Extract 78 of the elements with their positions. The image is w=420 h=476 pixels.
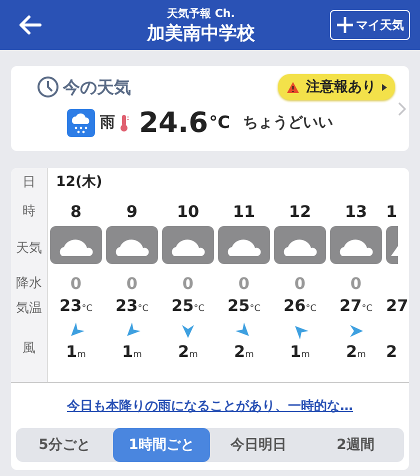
temperature-unit: °C (250, 304, 261, 314)
thermometer-icon (120, 114, 130, 132)
interval-tab[interactable]: 1時間ごと (113, 428, 210, 462)
date-text: 12(木) (56, 173, 102, 191)
temperature-value: 25 (171, 296, 194, 315)
current-temperature: 24.6 (139, 106, 208, 139)
precipitation-value: 0 (126, 274, 138, 292)
temperature-value: 25 (227, 296, 250, 315)
temperature-value: 27 (386, 296, 408, 315)
temperature-unit: °C (82, 304, 93, 314)
location-title: 加美南中学校 (147, 22, 255, 44)
current-weather-heading: 今の天気 (63, 76, 131, 98)
temperature-unit: °C (209, 112, 230, 132)
hour-text: 12 (288, 200, 312, 222)
wind-speed-value: 1 (290, 342, 302, 361)
warning-icon (286, 80, 300, 94)
wind-arrow-icon (180, 323, 196, 339)
back-arrow-icon[interactable] (18, 15, 42, 35)
temperature-unit: °C (138, 304, 149, 314)
temperature-value: 27 (339, 296, 362, 315)
hour-text: 13 (344, 200, 368, 222)
temperature-unit: °C (362, 304, 373, 314)
temperature-value: 23 (59, 296, 82, 315)
wind-arrow-icon (348, 323, 364, 339)
wind-speed-unit: m (77, 350, 86, 360)
wind-speed-value: 2 (234, 342, 246, 361)
rain-cloud-icon (67, 108, 95, 136)
wind-speed-value: 2 (346, 342, 358, 361)
cloud-icon (106, 226, 158, 264)
current-weather-card[interactable]: 今の天気 注意報あり 雨 24.6°C ちょうどいい (11, 66, 409, 151)
cloud-icon (50, 226, 102, 264)
chevron-right-icon (398, 102, 406, 116)
wind-speed-unit: m (357, 350, 366, 360)
advisory-badge[interactable]: 注意報あり (278, 74, 395, 100)
hour-text: 10 (176, 200, 200, 222)
channel-name: 天気予報 Ch. (167, 6, 235, 20)
add-my-weather-button[interactable]: マイ天気 (330, 10, 410, 40)
hour-text: 8 (70, 200, 82, 222)
cloud-icon (330, 226, 382, 264)
clock-icon (37, 76, 59, 98)
cloud-icon (162, 226, 214, 264)
interval-tab[interactable]: 今日明日 (210, 428, 307, 462)
precipitation-value: 0 (70, 274, 82, 292)
row-label: 降水 (16, 275, 42, 293)
precipitation-value: 0 (294, 274, 306, 292)
wind-speed-unit: m (301, 350, 310, 360)
precipitation-value: 0 (350, 274, 362, 292)
wind-speed-unit: m (133, 350, 142, 360)
temperature-unit: °C (194, 304, 205, 314)
row-label: 日 (22, 174, 36, 192)
precipitation-value: 0 (182, 274, 194, 292)
caret-icon (382, 84, 387, 90)
wind-speed-value: 2 (178, 342, 190, 361)
cloud-icon (274, 226, 326, 264)
row-label: 気温 (16, 300, 42, 318)
row-label: 風 (22, 340, 36, 358)
row-label: 天気 (16, 240, 42, 258)
wind-speed-unit: m (189, 350, 198, 360)
plus-icon (336, 16, 354, 34)
forecast-summary-link[interactable]: 今日も本降りの雨になることがあり、一時的な… (67, 397, 353, 415)
temperature-value: 26 (283, 296, 306, 315)
hour-text: 1 (386, 200, 398, 222)
temperature-value: 23 (115, 296, 138, 315)
feeling-text: ちょうどいい (243, 113, 334, 132)
hour-text: 9 (126, 200, 138, 222)
condition-text: 雨 (100, 113, 115, 132)
wind-speed-value: 2 (386, 342, 398, 361)
temperature-unit: °C (306, 304, 317, 314)
precipitation-value: 0 (238, 274, 250, 292)
hour-text: 11 (232, 200, 256, 222)
interval-tab[interactable]: 5分ごと (16, 428, 113, 462)
wind-speed-value: 1 (66, 342, 78, 361)
row-label: 時 (22, 203, 36, 221)
interval-tab[interactable]: 2週間 (307, 428, 404, 462)
wind-speed-unit: m (245, 350, 254, 360)
cloud-icon (386, 226, 398, 264)
cloud-icon (218, 226, 270, 264)
wind-speed-value: 1 (122, 342, 134, 361)
